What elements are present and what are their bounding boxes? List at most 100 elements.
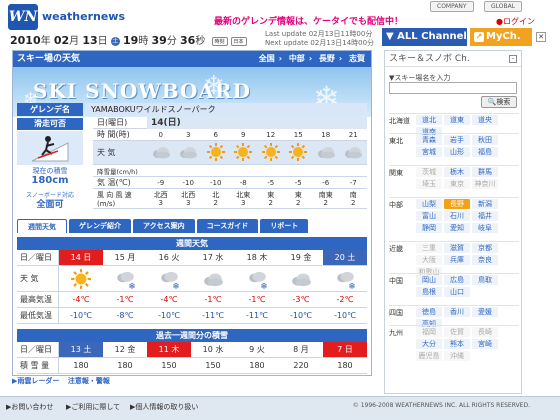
weekly-max: -1℃ [248, 295, 266, 304]
prefecture-link[interactable]: 鳥取 [472, 275, 498, 285]
minimize-icon[interactable]: – [509, 55, 517, 63]
prefecture-link[interactable]: 道東 [444, 115, 470, 125]
company-button[interactable]: COMPANY [430, 1, 474, 12]
region-group: 九州 福岡 佐賀 長崎 大分 熊本 宮崎 鹿児島 沖縄 [389, 325, 519, 362]
prefecture-link[interactable]: 徳島 [416, 307, 442, 317]
month: 02 [53, 34, 70, 47]
wind-direction: 東 [267, 190, 275, 199]
radar-link[interactable]: ▶雨雲レーダー [12, 377, 59, 385]
clock-mode-a[interactable]: 時刻 [211, 36, 228, 46]
weekly-min-label: 最低気温 [17, 308, 59, 323]
history-day: 9 火 [249, 345, 265, 354]
skier-icon [31, 136, 69, 162]
prefecture-link[interactable]: 滋賀 [444, 243, 470, 253]
weekly-max: -4℃ [72, 295, 90, 304]
footer-privacy[interactable]: ▶個人情報の取り扱い [130, 402, 198, 412]
prefecture-link[interactable]: 岐阜 [472, 223, 498, 233]
prefecture-link[interactable]: 兵庫 [444, 255, 470, 265]
weather-cells [147, 142, 367, 164]
warnings-link[interactable]: 注意報・警報 [68, 377, 110, 385]
prefecture-link[interactable]: 秋田 [472, 135, 498, 145]
search-button[interactable]: 🔍検索 [481, 96, 517, 108]
weekly-min-row: 最低気温 -10℃ -8℃ -10℃ -11℃ -11℃ -10℃ -10℃ [17, 308, 367, 324]
prefecture-link[interactable]: 栃木 [444, 167, 470, 177]
prefecture-link[interactable]: 広島 [444, 275, 470, 285]
prefecture-link: 東京 [444, 179, 470, 189]
wind-direction: 北東 [236, 190, 251, 199]
wind-direction: 北 [212, 190, 220, 199]
tab-intro[interactable]: ゲレンデ紹介 [69, 219, 131, 233]
breadcrumb-nagano[interactable]: 長野 [319, 54, 335, 63]
prefecture-link[interactable]: 道央 [472, 115, 498, 125]
prefecture-link[interactable]: 石川 [444, 211, 470, 221]
prefecture-link[interactable]: 島根 [416, 287, 442, 297]
tab-weekly[interactable]: 週間天気 [17, 219, 67, 233]
prefecture-link[interactable]: 山梨 [416, 199, 442, 209]
region-name: 東北 [389, 137, 403, 145]
prefecture-link[interactable]: 福井 [472, 211, 498, 221]
prefecture-link[interactable]: 山口 [444, 287, 470, 297]
prefecture-link[interactable]: 静岡 [416, 223, 442, 233]
prefecture-link[interactable]: 青森 [416, 135, 442, 145]
sun-icon [202, 142, 230, 164]
global-button[interactable]: GLOBAL [484, 1, 523, 12]
prefecture-link[interactable]: 大分 [416, 339, 442, 349]
breadcrumb: 全国 › 中部 › 長野 › 志賀 [255, 51, 365, 67]
prefecture-link[interactable]: 富山 [416, 211, 442, 221]
prefecture-link[interactable]: 愛知 [444, 223, 470, 233]
tab-course[interactable]: コースガイド [196, 219, 259, 233]
weekly-max: -4℃ [160, 295, 178, 304]
prefecture-link[interactable]: 奈良 [472, 255, 498, 265]
prefecture-link[interactable]: 京都 [472, 243, 498, 253]
prefecture-link[interactable]: 宮崎 [472, 339, 498, 349]
footer-contact[interactable]: ▶お問い合わせ [6, 402, 53, 412]
history-day: 12 金 [114, 345, 136, 354]
breadcrumb-shiga[interactable]: 志賀 [349, 54, 365, 63]
date-label: 日(曜日) [97, 118, 128, 127]
prefecture-link[interactable]: 福島 [472, 147, 498, 157]
prefecture-link[interactable]: 香川 [444, 307, 470, 317]
tab-report[interactable]: リポート [260, 219, 309, 233]
breadcrumb-chubu[interactable]: 中部 [289, 54, 305, 63]
breadcrumb-nationwide[interactable]: 全国 [259, 54, 275, 63]
history-value: 180 [249, 361, 265, 370]
history-snow-label: 積 雪 量 [17, 358, 59, 373]
prefecture-link[interactable]: 新潟 [472, 199, 498, 209]
wind-direction: 東 [294, 190, 302, 199]
forecast-time: 9 [241, 130, 246, 139]
prefecture-link[interactable]: 長野 [444, 199, 470, 209]
month-unit: 月 [69, 36, 80, 47]
tab-access[interactable]: アクセス案内 [133, 219, 195, 233]
weekly-title: 週間天気 [17, 237, 367, 250]
prefecture-link[interactable]: 群馬 [472, 167, 498, 177]
sidebar-title: スキー＆スノボ Ch. – [385, 51, 521, 67]
prefecture-link[interactable]: 愛媛 [472, 307, 498, 317]
ski-area-search-input[interactable] [389, 82, 517, 94]
weathernews-logo[interactable]: WN [8, 4, 38, 30]
region-group: 東北 青森 岩手 秋田宮城 山形 福島 [389, 133, 519, 158]
weekly-max: -1℃ [204, 295, 222, 304]
snow-icon: ❄ [235, 266, 279, 292]
forecast-temp: -9 [157, 178, 165, 187]
close-icon[interactable]: ✕ [536, 32, 546, 42]
prefecture-link[interactable]: 熊本 [444, 339, 470, 349]
prefecture-link[interactable]: 山形 [444, 147, 470, 157]
clock-mode-b[interactable]: 日本 [230, 36, 247, 46]
all-channel-tab[interactable]: ▼ ALL Channel [382, 28, 467, 46]
year: 2010 [10, 34, 41, 47]
brand-name[interactable]: weathernews [42, 10, 125, 23]
weekly-weather: 週間天気 日／曜日 14 日 15 月 16 火 17 水 18 木 19 金 20 土 天… [17, 237, 367, 374]
forecast-temp: -6 [322, 178, 330, 187]
mobile-promo-text[interactable]: 最新のゲレンデ情報は、ケータイでも配信中！ [214, 14, 403, 27]
login-link[interactable]: ●ログイン [496, 16, 535, 27]
weekly-day: 17 水 [202, 253, 224, 262]
forecast-wind-row: 風 向 風 速(m/s) 北西 3 北西 3 北 2 北東 3 東 2 東 2 南東 2 南 2 [93, 189, 367, 209]
footer-terms[interactable]: ▶ご利用に際して [66, 402, 120, 412]
prefecture-link[interactable]: 宮城 [416, 147, 442, 157]
prefecture-link[interactable]: 岡山 [416, 275, 442, 285]
prefecture-link[interactable]: 岩手 [444, 135, 470, 145]
mych-tab[interactable]: ↗ MyCh. [470, 28, 532, 46]
wind-direction: 北西 [181, 190, 196, 199]
prefecture-link[interactable]: 道北 [416, 115, 442, 125]
update-info: Last update 02月13日11時00分 Next update 02月… [265, 30, 374, 48]
